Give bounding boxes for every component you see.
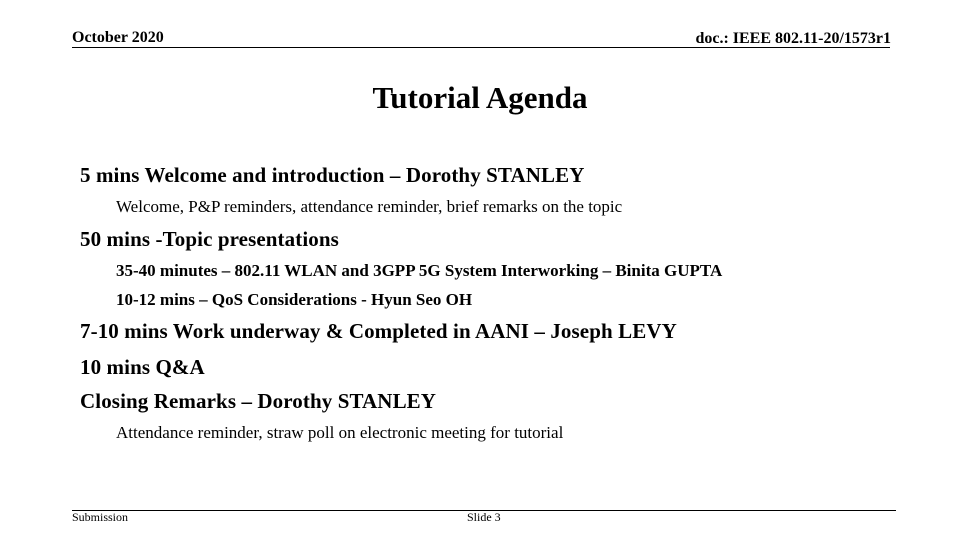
slide-title: Tutorial Agenda xyxy=(372,80,588,115)
agenda-item-aani: 7-10 mins Work underway & Completed in A… xyxy=(80,319,677,343)
agenda-item-topic-presentations: 50 mins -Topic presentations xyxy=(80,227,339,251)
agenda-subitem-qos: 10-12 mins – QoS Considerations - Hyun S… xyxy=(116,290,473,309)
agenda-item-qa: 10 mins Q&A xyxy=(80,355,205,379)
header-date: October 2020 xyxy=(72,29,164,46)
header-doc-id: doc.: IEEE 802.11-20/1573r1 xyxy=(695,30,891,47)
header-divider xyxy=(72,47,890,48)
agenda-subitem-welcome-details: Welcome, P&P reminders, attendance remin… xyxy=(116,197,623,216)
footer-submission: Submission xyxy=(72,510,129,524)
agenda-item-welcome: 5 mins Welcome and introduction – Doroth… xyxy=(80,163,585,187)
footer-slide-number: Slide 3 xyxy=(467,510,501,524)
agenda-subitem-wlan-5g: 35-40 minutes – 802.11 WLAN and 3GPP 5G … xyxy=(116,261,723,280)
agenda-subitem-closing-details: Attendance reminder, straw poll on elect… xyxy=(116,423,564,442)
agenda-item-closing: Closing Remarks – Dorothy STANLEY xyxy=(80,389,437,413)
